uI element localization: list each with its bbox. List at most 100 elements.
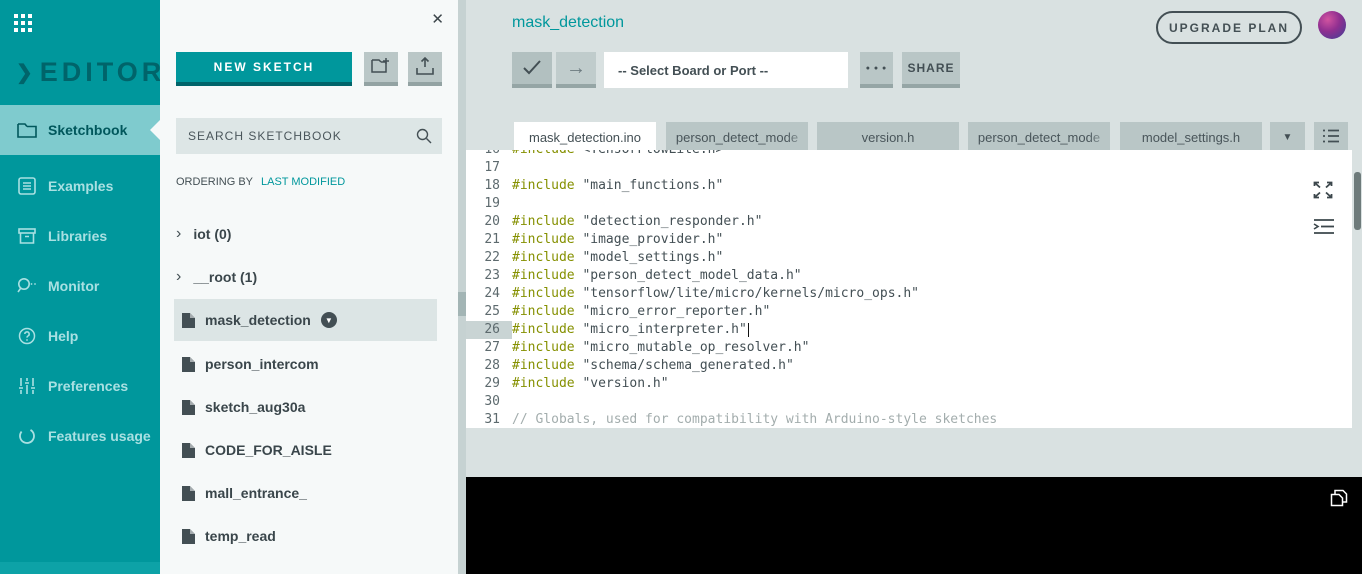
logo-chevron-icon: ❯ (16, 60, 33, 85)
code-line-text: #include <TensorFlowLite.h> (512, 150, 723, 159)
code-line: 17 (466, 159, 1352, 177)
sidebar-item-help[interactable]: Help (0, 311, 160, 361)
folder-row-root[interactable]: › __root (1) (176, 265, 257, 289)
tab-label: person_detect_mode (978, 130, 1100, 145)
user-avatar[interactable] (1318, 11, 1346, 39)
tab-model-settings-h[interactable]: model_settings.h (1120, 122, 1262, 152)
ordering-value-link[interactable]: LAST MODIFIED (261, 176, 345, 188)
code-line: 22 #include "model_settings.h" (466, 249, 1352, 267)
sketch-row-mask-detection[interactable]: mask_detection ▼ (174, 299, 437, 341)
sketch-label: mall_entrance_ (205, 485, 307, 501)
line-number: 25 (466, 303, 512, 321)
tab-person-detect-model-1[interactable]: person_detect_mode (666, 122, 808, 152)
code-line-text: #include "person_detect_model_data.h" (512, 267, 802, 285)
code-line: 28 #include "schema/schema_generated.h" (466, 357, 1352, 375)
arrow-right-icon: → (566, 57, 586, 80)
sketch-row-temp-read[interactable]: temp_read (174, 524, 276, 548)
chevron-right-icon: › (176, 225, 181, 243)
code-line-text: #include "schema/schema_generated.h" (512, 357, 794, 375)
sketch-label: sketch_aug30a (205, 399, 305, 415)
apps-grid-icon[interactable] (14, 14, 34, 34)
import-sketch-button[interactable] (408, 52, 442, 86)
text-cursor (748, 323, 749, 337)
code-line-text: // Globals, used for compatibility with … (512, 411, 997, 428)
sketch-row-person-intercom[interactable]: person_intercom (174, 352, 319, 376)
search-icon (416, 128, 432, 144)
logo-text: EDITOR (40, 57, 166, 88)
sidebar-item-sketchbook[interactable]: Sketchbook (0, 105, 160, 155)
line-number: 28 (466, 357, 512, 375)
sidebar-item-features-usage[interactable]: Features usage (0, 411, 160, 461)
archive-box-icon (16, 225, 38, 247)
code-line-text: #include "version.h" (512, 375, 669, 393)
upload-button[interactable]: → (556, 52, 596, 88)
tab-mask-detection-ino[interactable]: mask_detection.ino (514, 122, 656, 152)
caret-down-icon: ▼ (325, 316, 333, 325)
page-title: mask_detection (512, 14, 624, 32)
line-number: 30 (466, 393, 512, 411)
code-editor[interactable]: 16 #include <TensorFlowLite.h> 17 18 #in… (466, 150, 1352, 428)
chevron-right-icon: › (176, 268, 181, 286)
sidebar-item-label: Sketchbook (48, 122, 127, 138)
ellipsis-icon: ● ● ● (866, 65, 888, 72)
help-question-icon (16, 325, 38, 347)
code-line: 18 #include "main_functions.h" (466, 177, 1352, 195)
sketch-row-code-for-aisle[interactable]: CODE_FOR_AISLE (174, 438, 332, 462)
code-line-text: #include "micro_error_reporter.h" (512, 303, 770, 321)
format-code-icon[interactable] (1313, 218, 1335, 236)
code-line-text: #include "micro_interpreter.h" (512, 321, 749, 339)
panel-scrollbar-thumb[interactable] (458, 292, 466, 316)
code-line: 25 #include "micro_error_reporter.h" (466, 303, 1352, 321)
tab-version-h[interactable]: version.h (817, 122, 959, 152)
file-icon (182, 400, 195, 415)
share-button[interactable]: SHARE (902, 52, 960, 88)
folder-label: __root (1) (193, 269, 257, 285)
new-sketch-button[interactable]: NEW SKETCH (176, 52, 352, 86)
examples-list-icon (16, 175, 38, 197)
tabs-list-button[interactable] (1314, 122, 1348, 152)
tab-label: model_settings.h (1142, 130, 1240, 145)
file-icon (182, 529, 195, 544)
line-number: 31 (466, 411, 512, 428)
code-line: 26 #include "micro_interpreter.h" (466, 321, 1352, 339)
sketch-label: temp_read (205, 528, 276, 544)
tab-person-detect-model-2[interactable]: person_detect_mode (968, 122, 1110, 152)
code-line: 31 // Globals, used for compatibility wi… (466, 411, 1352, 428)
more-options-button[interactable]: ● ● ● (860, 52, 893, 88)
file-icon (182, 313, 195, 328)
code-line-text: #include "main_functions.h" (512, 177, 723, 195)
line-number: 18 (466, 177, 512, 195)
line-number: 20 (466, 213, 512, 231)
editor-logo: ❯ EDITOR (16, 52, 165, 92)
new-folder-button[interactable] (364, 52, 398, 86)
close-icon[interactable]: ✕ (431, 12, 444, 27)
app-sidebar: ❯ EDITOR Sketchbook Examples Libraries (0, 0, 160, 574)
copy-console-icon[interactable] (1330, 489, 1348, 507)
sketch-options-badge[interactable]: ▼ (321, 312, 337, 328)
file-icon (182, 486, 195, 501)
sketch-row-mall-entrance[interactable]: mall_entrance_ (174, 481, 307, 505)
sidebar-item-monitor[interactable]: Monitor (0, 261, 160, 311)
sidebar-item-preferences[interactable]: Preferences (0, 361, 160, 411)
editor-scrollbar-thumb[interactable] (1354, 172, 1361, 230)
line-number: 22 (466, 249, 512, 267)
sidebar-item-examples[interactable]: Examples (0, 161, 160, 211)
sidebar-item-label: Monitor (48, 278, 99, 294)
sketch-row-sketch-aug30a[interactable]: sketch_aug30a (174, 395, 305, 419)
fullscreen-expand-icon[interactable] (1312, 180, 1334, 200)
tab-label: person_detect_mode (676, 130, 798, 145)
sliders-icon (16, 375, 38, 397)
sidebar-item-label: Features usage (48, 428, 151, 444)
code-lines: 16 #include <TensorFlowLite.h> 17 18 #in… (466, 150, 1352, 428)
search-input[interactable] (176, 118, 416, 154)
line-number: 24 (466, 285, 512, 303)
code-line-text: #include "tensorflow/lite/micro/kernels/… (512, 285, 919, 303)
board-port-select[interactable]: -- Select Board or Port -- (604, 52, 848, 88)
sidebar-item-libraries[interactable]: Libraries (0, 211, 160, 261)
verify-button[interactable] (512, 52, 552, 88)
tabs-dropdown-button[interactable]: ▼ (1270, 122, 1305, 152)
folder-row-iot[interactable]: › iot (0) (176, 222, 231, 246)
check-icon (522, 59, 542, 78)
upgrade-plan-button[interactable]: UPGRADE PLAN (1156, 11, 1302, 44)
ordering-by-label: ORDERING BY (176, 176, 253, 188)
